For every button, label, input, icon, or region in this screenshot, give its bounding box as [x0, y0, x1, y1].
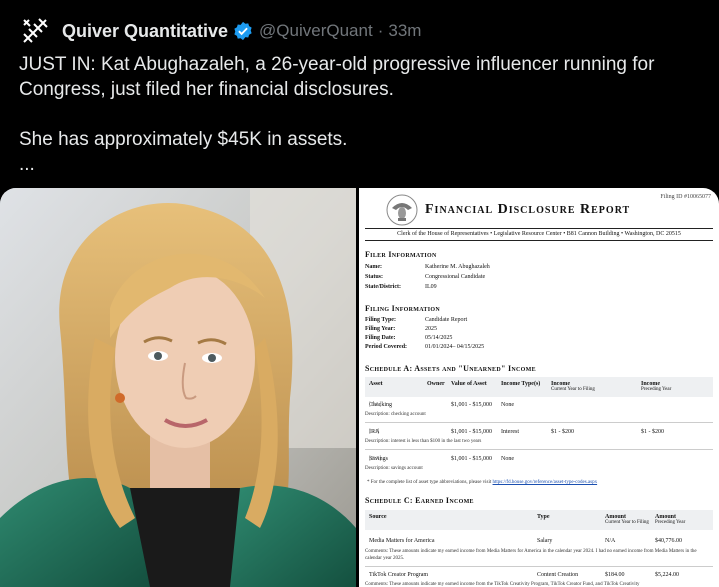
schedule-c-table-header: Source Type Amount Current Year to Filing… [365, 510, 713, 530]
author-handle[interactable]: @QuiverQuant [259, 21, 373, 41]
row-comment: Comments: These amounts indicate my earn… [365, 549, 697, 561]
state-value: IL09 [425, 284, 437, 290]
col-owner: Owner [427, 381, 445, 387]
tweet-text-line: Congress, just filed her financial discl… [19, 79, 394, 100]
asset-codes-note: * For the complete list of asset type ab… [367, 480, 598, 485]
period-value: 01/01/2024– 04/15/2025 [425, 344, 485, 350]
show-more-ellipsis[interactable]: ... [19, 152, 709, 177]
col-income-current: Income Current Year to Filing [551, 381, 595, 392]
verified-badge-icon [234, 21, 252, 41]
schedule-a-heading: Schedule A: Assets and "Unearned" Income [365, 364, 536, 373]
filing-type-label: Filing Type: [365, 317, 396, 323]
col-amount-current: Amount Current Year to Filing [605, 514, 649, 525]
filing-year-label: Filing Year: [365, 326, 396, 332]
tweet-text: JUST IN: Kat Abughazaleh, a 26-year-old … [19, 52, 709, 177]
tweet-timestamp[interactable]: 33m [388, 21, 421, 41]
period-label: Period Covered: [365, 344, 408, 350]
document-title: Financial Disclosure Report [425, 202, 631, 217]
tweet-media: Filing ID #10065077 Financial Disclosure… [0, 188, 719, 587]
tweet-text-line: She has approximately $45K in assets. [19, 129, 348, 150]
row-divider [365, 566, 713, 567]
col-income-type: Income Type(s) [501, 381, 541, 387]
name-value: Katherine M. Abughazaleh [425, 264, 490, 270]
row-description: Description: savings account [365, 466, 423, 471]
separator-dot: · [377, 21, 384, 40]
asset-codes-link[interactable]: https://fd.house.gov/reference/asset-typ… [493, 480, 598, 485]
row-description: Description: interest is less than $100 … [365, 439, 482, 444]
state-label: State/District: [365, 284, 401, 290]
filing-id: Filing ID #10065077 [660, 194, 711, 200]
schedule-a-table-header: Asset Owner Value of Asset Income Type(s… [365, 377, 713, 397]
portrait-image [0, 188, 356, 587]
quiver-logo-icon [23, 18, 48, 43]
row-description: Description: checking account [365, 412, 426, 417]
filing-date-value: 05/14/2025 [425, 335, 453, 341]
author-name[interactable]: Quiver Quantitative [62, 21, 228, 42]
tweet-header: Quiver Quantitative @QuiverQuant · 33m [18, 14, 421, 48]
divider [365, 240, 713, 241]
col-value: Value of Asset [451, 381, 487, 387]
author-avatar[interactable] [18, 14, 52, 48]
row-divider [365, 422, 713, 423]
filer-info-heading: Filer Information [365, 250, 437, 259]
name-label: Name: [365, 264, 382, 270]
house-seal-icon [386, 194, 418, 226]
col-asset: Asset [369, 381, 383, 387]
divider [365, 228, 713, 229]
col-amount-preceding: Amount Preceding Year [655, 514, 686, 525]
clerk-line: Clerk of the House of Representatives • … [397, 231, 681, 237]
filing-type-value: Candidate Report [425, 317, 468, 323]
candidate-photo[interactable] [0, 188, 356, 587]
filing-year-value: 2025 [425, 326, 437, 332]
col-type: Type [537, 514, 550, 520]
schedule-c-heading: Schedule C: Earned Income [365, 496, 474, 505]
col-income-preceding: Income Preceding Year [641, 381, 672, 392]
row-comment: Comments: These amounts indicate my earn… [365, 582, 640, 587]
financial-disclosure-document[interactable]: Filing ID #10065077 Financial Disclosure… [359, 188, 719, 587]
status-value: Congressional Candidate [425, 274, 486, 280]
tweet-text-line: JUST IN: Kat Abughazaleh, a 26-year-old … [19, 54, 655, 75]
filing-info-heading: Filing Information [365, 304, 440, 313]
filing-date-label: Filing Date: [365, 335, 396, 341]
row-divider [365, 449, 713, 450]
col-source: Source [369, 514, 387, 520]
status-label: Status: [365, 274, 384, 280]
